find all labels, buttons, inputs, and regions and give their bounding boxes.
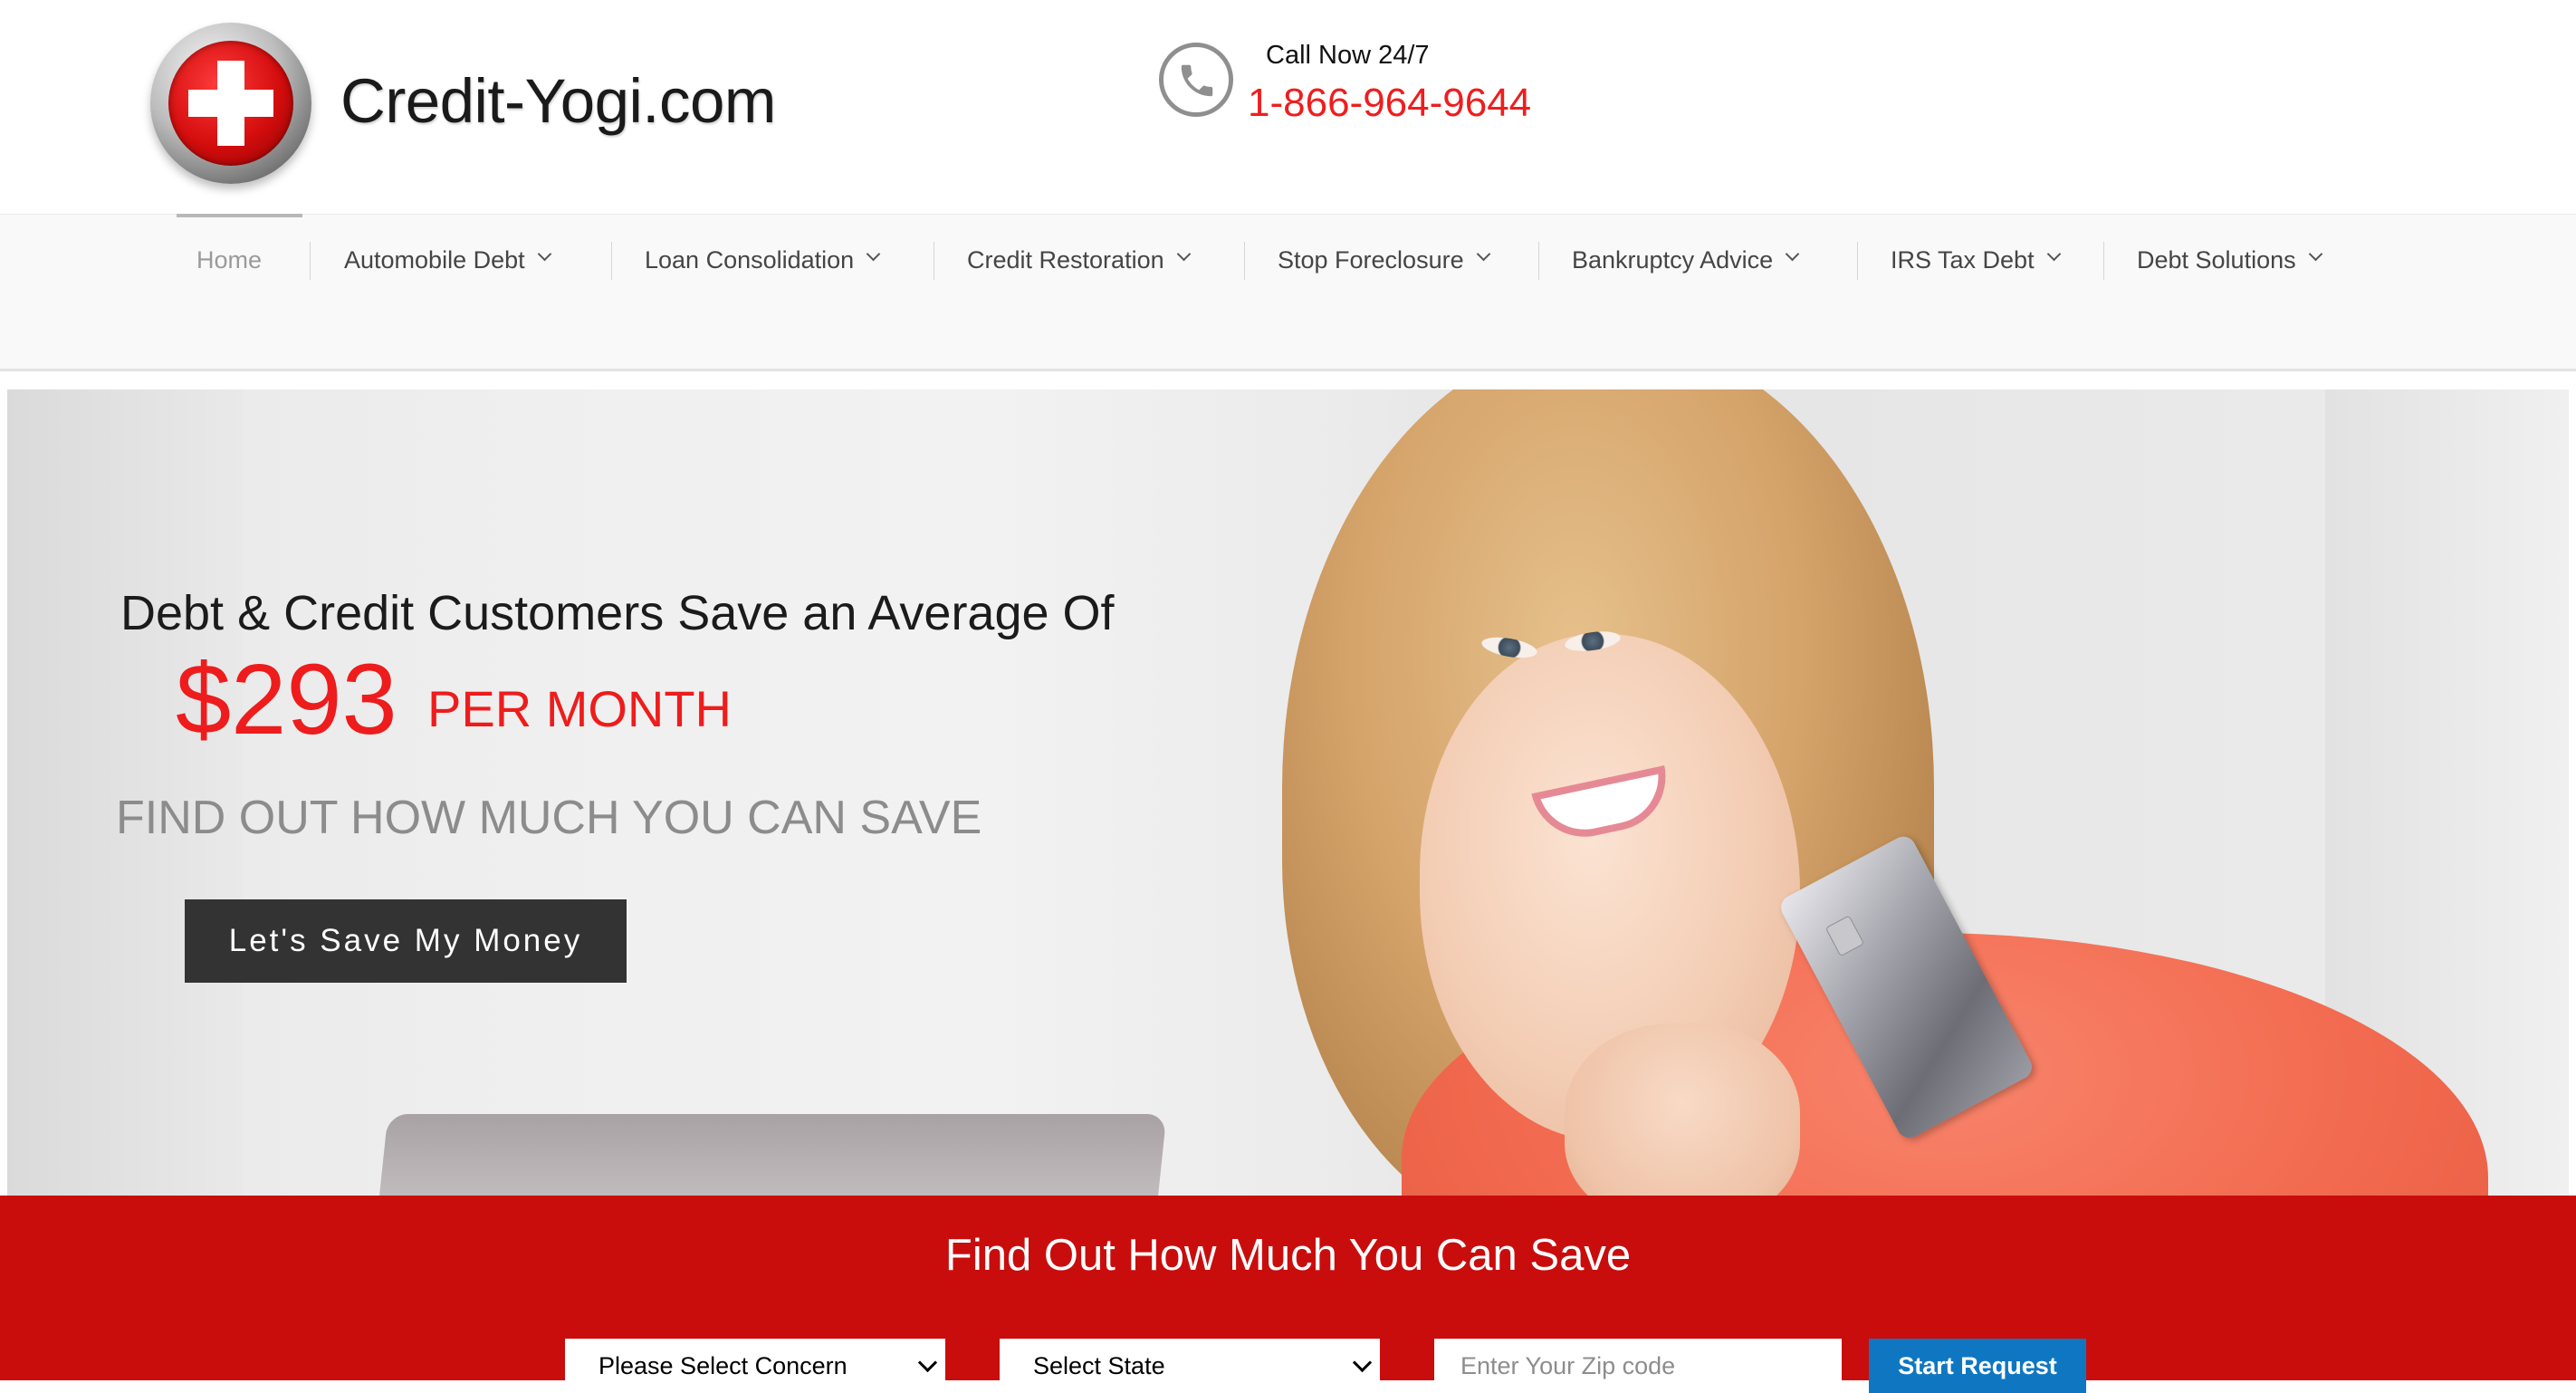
site-logo-text[interactable]: Credit-Yogi.com (340, 65, 776, 138)
savings-form-section: Find Out How Much You Can Save Please Se… (0, 1196, 2576, 1393)
zip-code-input[interactable]: Enter Your Zip code (1434, 1339, 1842, 1393)
call-now-label: Call Now 24/7 (1266, 41, 1430, 70)
nav-item-home[interactable]: Home (177, 214, 303, 305)
nav-item-label: Automobile Debt (344, 245, 525, 274)
state-select-value: Select State (1033, 1351, 1165, 1379)
chevron-down-icon (1352, 1352, 1373, 1372)
woman-hand-image (1565, 1023, 1800, 1196)
chevron-down-icon (2046, 246, 2061, 261)
nav-item-label: Stop Foreclosure (1278, 245, 1464, 274)
phone-icon[interactable] (1159, 43, 1233, 117)
zip-code-placeholder: Enter Your Zip code (1460, 1351, 1676, 1379)
nav-item-label: Debt Solutions (2137, 245, 2296, 274)
red-cross-badge-icon[interactable] (150, 23, 311, 184)
chevron-down-icon (1176, 246, 1191, 261)
nav-item-label: Home (196, 245, 263, 274)
nav-divider (310, 242, 311, 280)
phone-number-link[interactable]: 1-866-964-9644 (1248, 78, 1531, 129)
nav-item-debt-solutions[interactable]: Debt Solutions (2137, 215, 2322, 305)
laptop-image (369, 1114, 1167, 1196)
nav-divider (611, 242, 612, 280)
form-title: Find Out How Much You Can Save (944, 1231, 1632, 1280)
site-header: Credit-Yogi.com Call Now 24/7 1-866-964-… (0, 0, 2576, 214)
nav-item-bankruptcy-advice[interactable]: Bankruptcy Advice (1572, 215, 1800, 305)
chevron-down-icon (866, 246, 881, 261)
chevron-down-icon (2308, 246, 2322, 261)
main-navigation: Home Automobile Debt Loan Consolidation … (0, 214, 2576, 371)
nav-item-irs-tax-debt[interactable]: IRS Tax Debt (1891, 215, 2061, 305)
save-money-button[interactable]: Let's Save My Money (185, 899, 627, 983)
nav-divider (2103, 242, 2104, 280)
phone-handset-glyph (1181, 64, 1213, 97)
nav-item-loan-consolidation[interactable]: Loan Consolidation (645, 215, 881, 305)
start-request-button[interactable]: Start Request (1869, 1339, 2086, 1393)
cross-horizontal-bar (188, 90, 273, 117)
state-select[interactable]: Select State (1000, 1339, 1380, 1393)
nav-item-label: IRS Tax Debt (1891, 245, 2035, 274)
nav-item-label: Credit Restoration (967, 245, 1164, 274)
logo-badge-inner (168, 41, 293, 166)
hero-headline: Debt & Credit Customers Save an Average … (120, 586, 1115, 640)
nav-divider (1538, 242, 1539, 280)
card-chip-icon (1824, 915, 1865, 957)
chevron-down-icon (1785, 246, 1800, 261)
nav-divider (1244, 242, 1245, 280)
hero-savings-amount: $293 (176, 644, 397, 755)
hero-banner: Debt & Credit Customers Save an Average … (7, 389, 2569, 1196)
nav-divider (1857, 242, 1858, 280)
chevron-down-icon (917, 1352, 938, 1372)
nav-item-label: Bankruptcy Advice (1572, 245, 1774, 274)
chevron-down-icon (1476, 246, 1490, 261)
nav-item-automobile-debt[interactable]: Automobile Debt (344, 215, 551, 305)
hero-subheading: FIND OUT HOW MUCH YOU CAN SAVE (116, 792, 982, 844)
active-tab-indicator (177, 214, 303, 217)
nav-item-stop-foreclosure[interactable]: Stop Foreclosure (1278, 215, 1490, 305)
nav-item-credit-restoration[interactable]: Credit Restoration (967, 215, 1191, 305)
hero-per-month: PER MONTH (427, 680, 732, 737)
concern-select[interactable]: Please Select Concern (565, 1339, 945, 1393)
concern-select-value: Please Select Concern (599, 1351, 847, 1379)
chevron-down-icon (537, 246, 551, 261)
nav-item-label: Loan Consolidation (645, 245, 855, 274)
